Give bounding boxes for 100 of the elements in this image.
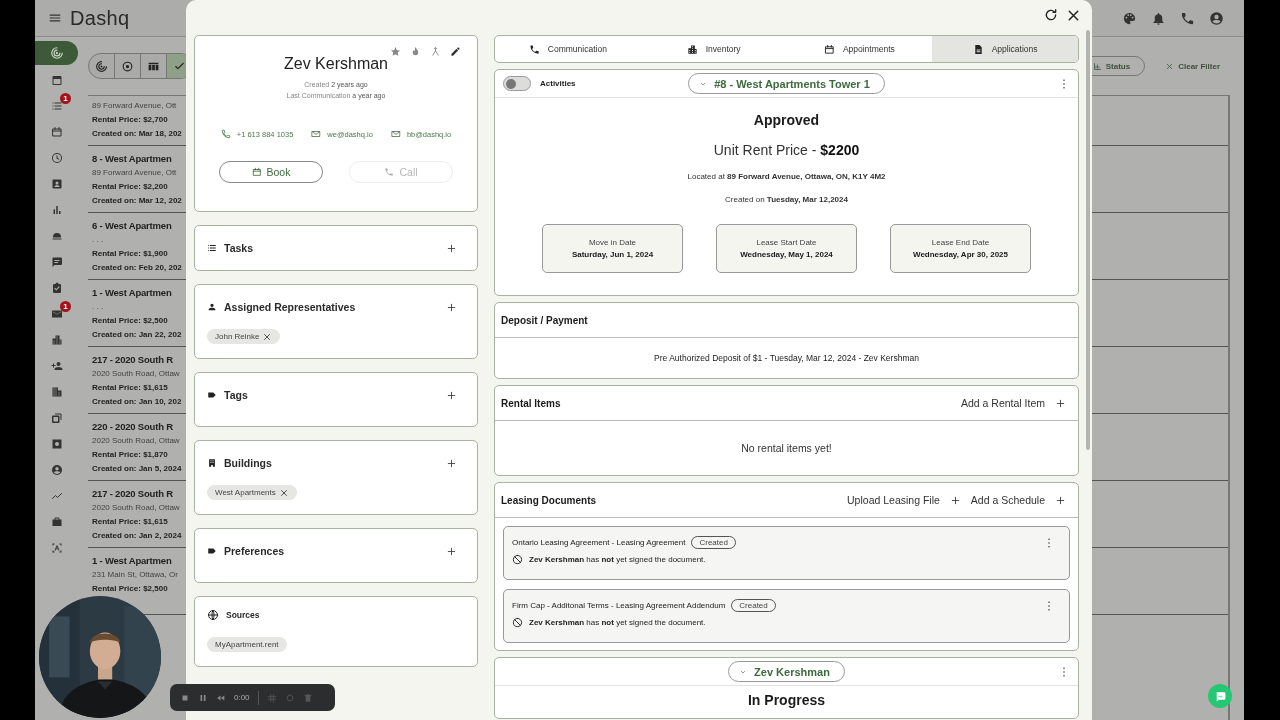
list-icon [50, 100, 63, 112]
phone-icon[interactable] [1180, 10, 1195, 26]
listing-title: 1 - West Apartmen [92, 554, 173, 568]
close-icon[interactable] [262, 331, 273, 342]
account-icon [50, 464, 63, 476]
tab[interactable]: Inventory [640, 36, 787, 62]
listing-price: Rental Price: $1,870 [92, 449, 169, 461]
listing-title: 1 - West Apartmen [92, 286, 173, 300]
plus-icon [1055, 397, 1066, 409]
application-status: In Progress [748, 692, 825, 708]
target-icon [121, 59, 134, 73]
close-icon [1165, 61, 1175, 71]
contact-name: Zev Kershman [283, 55, 388, 73]
listing-address: . . . [92, 301, 105, 313]
trend-line-icon [50, 490, 63, 502]
listing-date: Created on: Jan 5, 2024 [92, 463, 182, 475]
listing-date: Created on: Jan 2, 2024 [92, 530, 182, 542]
tab[interactable]: Communication [495, 36, 641, 62]
deposit-entry: Pre Authorized Deposit of $1 - Tuesday, Mar 12, 2024 - Zev Kershman [654, 353, 919, 363]
refresh-icon[interactable] [1043, 7, 1059, 23]
chip[interactable]: West Apartments [207, 485, 297, 500]
phone-icon [384, 167, 395, 177]
clear-filter-button[interactable]: Clear Filter [1159, 56, 1226, 76]
plus-icon[interactable] [446, 301, 457, 313]
listing-address: . . . [92, 234, 105, 246]
recording-time: 0:00 [234, 693, 250, 702]
tag-icon [207, 390, 217, 400]
star-icon[interactable] [390, 46, 401, 57]
document-name: Ontario Leasing Agreement - Leasing Agreement [512, 538, 686, 547]
listing-address: 89 Forward Avenue, Ott [92, 167, 178, 179]
scrollbar[interactable] [1086, 30, 1090, 450]
plus-icon[interactable] [446, 545, 457, 557]
date-value: Wednesday, May 1, 2024 [740, 250, 833, 259]
close-icon[interactable] [278, 487, 289, 498]
calendar-icon [823, 43, 835, 55]
section-title: Buildings [224, 457, 272, 469]
listing-address: 2020 South Road, Ottaw [92, 368, 181, 380]
globe-icon [207, 609, 219, 621]
add-button[interactable]: Upload Leasing File [847, 494, 961, 506]
chat-button[interactable] [1208, 684, 1232, 708]
palette-icon[interactable] [1122, 10, 1137, 26]
pause-icon[interactable] [198, 692, 208, 703]
clock-icon [50, 152, 63, 164]
service-bell-icon [50, 230, 63, 242]
section-title: Leasing Documents [501, 494, 597, 506]
bell-icon[interactable] [1151, 10, 1166, 26]
section-title: Tags [224, 389, 248, 401]
book-button[interactable]: Book [219, 161, 323, 183]
chat-icon [50, 256, 63, 268]
section-title: Tasks [224, 242, 253, 254]
flame-icon[interactable] [410, 46, 421, 57]
sidebar-item[interactable]: 1 [35, 301, 78, 327]
document-name: Firm Cap - Additonal Terms - Leasing Agreement Addendum [512, 601, 726, 610]
contact-card-icon [50, 178, 63, 190]
listing-title: 8 - West Apartmen [92, 152, 173, 166]
listing-title: 220 - 2020 South R [92, 420, 174, 434]
city-icon [686, 43, 698, 55]
sidebar-item[interactable] [35, 41, 78, 65]
signature-note: Zev Kershman has not yet signed the document. [529, 555, 706, 564]
listing-title: 217 - 2020 South R [92, 487, 174, 501]
logo: Dashq [70, 6, 130, 30]
plus-icon[interactable] [446, 389, 457, 401]
chip[interactable]: John Reinke [207, 329, 281, 344]
count-badge: 1 [60, 301, 71, 312]
toggle-label: Activities [540, 79, 576, 88]
plus-icon [949, 494, 961, 506]
tab[interactable]: Applications [932, 36, 1078, 62]
mail-icon [50, 308, 63, 320]
sidebar-item[interactable]: 1 [35, 93, 78, 119]
listing-address: 231 Main St, Ottawa, Or [92, 569, 178, 581]
add-button[interactable]: Add a Schedule [970, 494, 1066, 506]
application-selector[interactable]: #8 - West Apartments Tower 1 [688, 73, 885, 94]
chart-icon [1092, 61, 1102, 71]
listing-address: 2020 South Road, Ottaw [92, 435, 181, 447]
person-icon [207, 302, 217, 312]
tab[interactable]: Appointments [786, 36, 933, 62]
listing-price: Rental Price: $1,615 [92, 382, 169, 394]
chip[interactable]: MyApartment.rent [207, 637, 287, 652]
calendar-icon [50, 74, 63, 86]
section-title: Rental Items [501, 397, 561, 409]
empty-message: No rental items yet! [741, 442, 832, 454]
radar-icon [49, 46, 64, 60]
merge-icon[interactable] [430, 46, 441, 57]
edit-icon[interactable] [450, 46, 461, 57]
clipboard-check-icon [50, 282, 63, 294]
listing-price: Rental Price: $2,200 [92, 181, 169, 193]
activities-toggle[interactable] [503, 76, 531, 91]
date-label: Lease End Date [931, 238, 990, 247]
location-text: Located at 89 Forward Avenue, Ottawa, ON, K1Y 4M2 [687, 172, 886, 181]
plus-icon[interactable] [446, 242, 457, 254]
calendar-icon [251, 167, 262, 177]
section-title: Deposit / Payment [501, 314, 588, 326]
add-button[interactable]: Add a Rental Item [960, 397, 1066, 409]
listing-price: Rental Price: $2,500 [92, 583, 169, 595]
mail-icon [311, 129, 322, 139]
phone-icon [220, 129, 231, 139]
plus-icon[interactable] [446, 457, 457, 469]
account-icon[interactable] [1209, 10, 1224, 26]
application-selector[interactable]: Zev Kershman [728, 661, 845, 682]
date-value: Wednesday, Apr 30, 2025 [913, 250, 1008, 259]
